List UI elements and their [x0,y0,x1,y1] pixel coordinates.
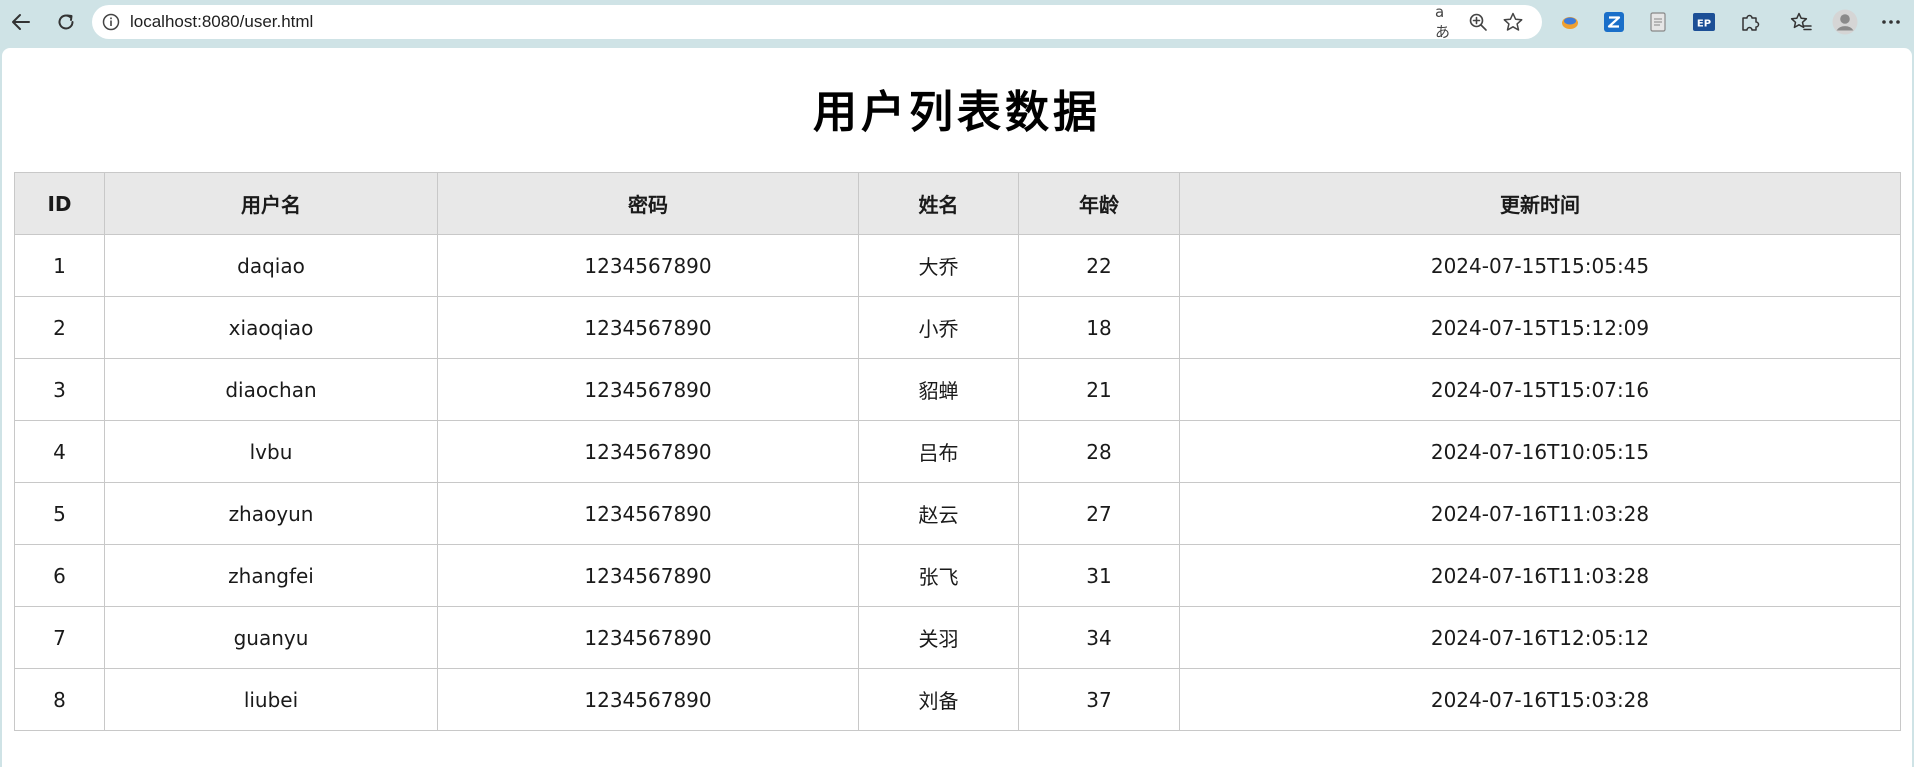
cell-name: 张飞 [858,544,1019,607]
cell-username: guanyu [104,606,438,669]
cell-username: xiaoqiao [104,296,438,359]
cell-password: 1234567890 [437,358,859,421]
cell-username: zhaoyun [104,482,438,545]
browser-extension-icon [1562,17,1578,29]
cell-update-time: 2024-07-16T12:05:12 [1179,606,1901,669]
cell-name: 刘备 [858,668,1019,731]
table-row: 1 daqiao 1234567890 大乔 22 2024-07-15T15:… [14,234,1901,297]
user-table: ID 用户名 密码 姓名 年龄 更新时间 1 daqiao 1234567890… [14,172,1901,731]
cell-username: liubei [104,668,438,731]
cell-id: 1 [14,234,105,297]
avatar [1832,9,1858,35]
extension-4-button[interactable]: EP [1691,9,1717,35]
cell-update-time: 2024-07-15T15:12:09 [1179,296,1901,359]
cell-password: 1234567890 [437,668,859,731]
back-button[interactable] [6,7,36,37]
extension-3-button[interactable] [1645,9,1671,35]
cell-id: 7 [14,606,105,669]
url-text[interactable]: localhost:8080/user.html [130,5,313,39]
page-extension-icon [1650,12,1666,32]
cell-password: 1234567890 [437,544,859,607]
refresh-icon [58,14,74,30]
cell-password: 1234567890 [437,482,859,545]
header-username: 用户名 [104,172,438,235]
cell-password: 1234567890 [437,296,859,359]
cell-username: diaochan [104,358,438,421]
cell-password: 1234567890 [437,234,859,297]
cell-password: 1234567890 [437,606,859,669]
more-icon [1882,20,1900,24]
cell-age: 37 [1018,668,1180,731]
browser-toolbar: localhost:8080/user.html aあ EP [0,0,1914,46]
extension-1-button[interactable] [1557,9,1583,35]
cell-update-time: 2024-07-15T15:07:16 [1179,358,1901,421]
cell-name: 大乔 [858,234,1019,297]
favorites-button[interactable] [1788,9,1814,35]
cell-id: 8 [14,668,105,731]
cell-name: 关羽 [858,606,1019,669]
page-viewport: 用户列表数据 ID 用户名 密码 姓名 年龄 更新时间 1 daqiao 123… [2,48,1912,767]
table-row: 8 liubei 1234567890 刘备 37 2024-07-16T15:… [14,668,1901,731]
cell-update-time: 2024-07-16T11:03:28 [1179,544,1901,607]
table-row: 6 zhangfei 1234567890 张飞 31 2024-07-16T1… [14,544,1901,607]
favorite-button[interactable] [1501,10,1525,34]
header-name: 姓名 [858,172,1019,235]
zoom-button[interactable] [1466,10,1490,34]
header-age: 年龄 [1018,172,1180,235]
cell-username: daqiao [104,234,438,297]
cell-age: 22 [1018,234,1180,297]
puzzle-icon [1742,14,1760,31]
ep-extension-icon: EP [1693,13,1715,31]
cell-age: 27 [1018,482,1180,545]
cell-age: 28 [1018,420,1180,483]
svg-text:EP: EP [1697,19,1711,30]
refresh-button[interactable] [51,7,81,37]
cell-age: 34 [1018,606,1180,669]
table-row: 5 zhaoyun 1234567890 赵云 27 2024-07-16T11… [14,482,1901,545]
back-arrow-icon [12,14,30,30]
read-aloud-icon[interactable]: aあ [1435,3,1459,41]
cell-update-time: 2024-07-15T15:05:45 [1179,234,1901,297]
table-header-row: ID 用户名 密码 姓名 年龄 更新时间 [14,172,1901,235]
table-row: 3 diaochan 1234567890 貂蝉 21 2024-07-15T1… [14,358,1901,421]
cell-update-time: 2024-07-16T15:03:28 [1179,668,1901,731]
more-menu-button[interactable] [1878,9,1904,35]
cell-id: 2 [14,296,105,359]
extensions-button[interactable] [1737,9,1763,35]
cell-update-time: 2024-07-16T10:05:15 [1179,420,1901,483]
cell-name: 小乔 [858,296,1019,359]
header-update-time: 更新时间 [1179,172,1901,235]
table-row: 7 guanyu 1234567890 关羽 34 2024-07-16T12:… [14,606,1901,669]
header-id: ID [14,172,105,235]
info-icon [102,13,120,31]
cell-name: 貂蝉 [858,358,1019,421]
extension-2-button[interactable] [1601,9,1627,35]
cell-username: lvbu [104,420,438,483]
cell-id: 4 [14,420,105,483]
cell-update-time: 2024-07-16T11:03:28 [1179,482,1901,545]
cell-username: zhangfei [104,544,438,607]
zoom-icon [1469,13,1487,31]
cell-id: 6 [14,544,105,607]
z-extension-icon [1604,12,1624,32]
header-password: 密码 [437,172,859,235]
star-icon [1503,12,1523,31]
table-row: 4 lvbu 1234567890 吕布 28 2024-07-16T10:05… [14,420,1901,483]
cell-age: 31 [1018,544,1180,607]
page-title: 用户列表数据 [813,87,1101,138]
cell-age: 18 [1018,296,1180,359]
cell-password: 1234567890 [437,420,859,483]
cell-name: 赵云 [858,482,1019,545]
table-row: 2 xiaoqiao 1234567890 小乔 18 2024-07-15T1… [14,296,1901,359]
cell-name: 吕布 [858,420,1019,483]
site-info-button[interactable] [101,12,121,32]
address-bar[interactable]: localhost:8080/user.html aあ [92,3,1542,41]
cell-age: 21 [1018,358,1180,421]
profile-button[interactable] [1832,9,1858,35]
cell-id: 3 [14,358,105,421]
favorites-icon [1790,12,1812,31]
cell-id: 5 [14,482,105,545]
